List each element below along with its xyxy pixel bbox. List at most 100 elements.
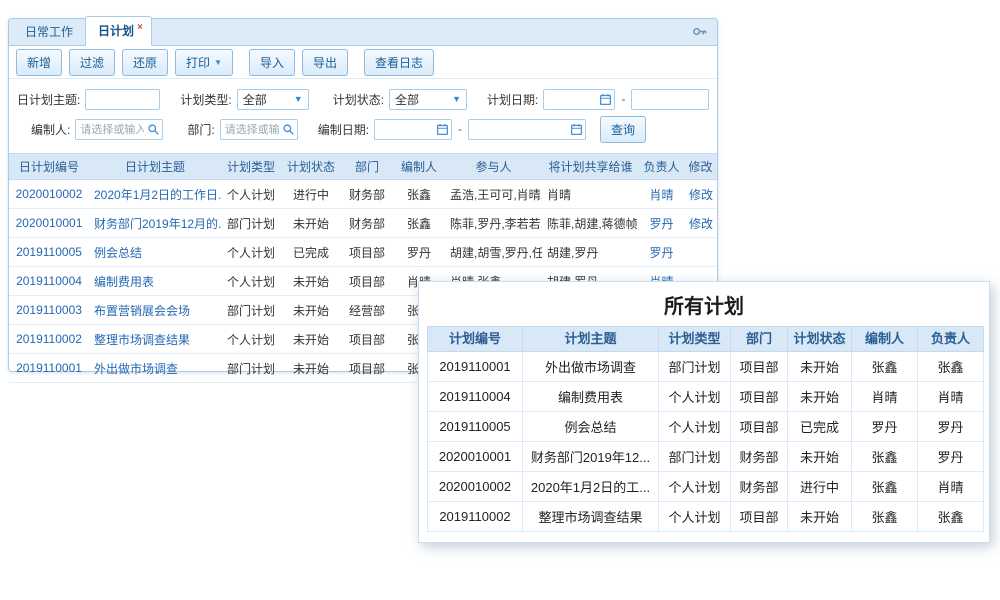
view-log-button[interactable]: 查看日志 [364, 49, 434, 76]
cell-subject[interactable]: 财务部门2019年12月的... [89, 209, 221, 238]
table-row[interactable]: 2020010001财务部门2019年12...部门计划财务部未开始张鑫罗丹 [428, 442, 984, 472]
cell-creator: 罗丹 [852, 412, 918, 442]
search-icon[interactable] [147, 123, 160, 136]
table-row[interactable]: 2019110004编制费用表个人计划项目部未开始肖晴肖晴 [428, 382, 984, 412]
cell-subject[interactable]: 布置营销展会会场 [89, 296, 221, 325]
cell-id[interactable]: 2019110005 [9, 238, 89, 267]
cell-creator: 张鑫 [852, 442, 918, 472]
column-header-owner[interactable]: 负责人 [639, 154, 684, 180]
tab-daily-work[interactable]: 日常工作 [13, 17, 85, 45]
cell-dept: 经营部 [341, 296, 393, 325]
print-button[interactable]: 打印▼ [175, 49, 233, 76]
calendar-icon[interactable] [436, 123, 449, 136]
cell-status: 未开始 [281, 325, 341, 354]
cell-owner: 张鑫 [918, 352, 984, 382]
chevron-down-icon: ▼ [214, 58, 222, 67]
cell-shared: 胡建,罗丹 [542, 238, 639, 267]
cell-status: 未开始 [788, 442, 852, 472]
column-header-subject[interactable]: 计划主题 [523, 327, 659, 352]
cell-type: 个人计划 [221, 325, 281, 354]
cell-id[interactable]: 2020010001 [9, 209, 89, 238]
column-header-participants[interactable]: 参与人 [445, 154, 542, 180]
cell-modify[interactable]: 修改 [684, 180, 717, 209]
cell-creator: 罗丹 [393, 238, 445, 267]
cell-owner: 罗丹 [918, 442, 984, 472]
table-row[interactable]: 2019110002整理市场调查结果个人计划项目部未开始张鑫张鑫 [428, 502, 984, 532]
query-button[interactable]: 查询 [600, 116, 646, 143]
cell-modify[interactable]: 修改 [684, 209, 717, 238]
status-label: 计划状态: [333, 91, 384, 108]
cell-subject[interactable]: 整理市场调查结果 [89, 325, 221, 354]
cell-subject[interactable]: 外出做市场调查 [89, 354, 221, 383]
column-header-creator[interactable]: 编制人 [852, 327, 918, 352]
calendar-icon[interactable] [599, 93, 612, 106]
filter-button[interactable]: 过滤 [69, 49, 115, 76]
table-row[interactable]: 2019110001外出做市场调查部门计划项目部未开始张鑫张鑫 [428, 352, 984, 382]
cell-status: 未开始 [281, 354, 341, 383]
cell-dept: 项目部 [731, 352, 788, 382]
add-button[interactable]: 新增 [16, 49, 62, 76]
cell-status: 未开始 [281, 296, 341, 325]
cell-creator: 张鑫 [393, 209, 445, 238]
table-row[interactable]: 20200100022020年1月2日的工作日...个人计划进行中财务部张鑫孟浩… [9, 180, 717, 209]
calendar-icon[interactable] [570, 123, 583, 136]
chevron-down-icon: ▼ [452, 94, 461, 104]
cell-type: 个人计划 [221, 267, 281, 296]
close-icon[interactable]: × [137, 22, 143, 33]
cell-subject: 整理市场调查结果 [523, 502, 659, 532]
table-row[interactable]: 2019110005例会总结个人计划项目部已完成罗丹罗丹 [428, 412, 984, 442]
cell-type: 个人计划 [221, 238, 281, 267]
status-select[interactable]: 全部 ▼ [389, 89, 467, 110]
type-select[interactable]: 全部 ▼ [237, 89, 309, 110]
cell-dept: 财务部 [341, 209, 393, 238]
cell-creator: 张鑫 [852, 472, 918, 502]
table-row[interactable]: 2020010001财务部门2019年12月的...部门计划未开始财务部张鑫陈菲… [9, 209, 717, 238]
subject-input[interactable] [85, 89, 160, 110]
column-header-dept[interactable]: 部门 [341, 154, 393, 180]
column-header-id[interactable]: 计划编号 [428, 327, 523, 352]
table-row[interactable]: 20200100022020年1月2日的工...个人计划财务部进行中张鑫肖晴 [428, 472, 984, 502]
column-header-subject[interactable]: 日计划主题 [89, 154, 221, 180]
import-button[interactable]: 导入 [249, 49, 295, 76]
cell-id: 2019110001 [428, 352, 523, 382]
cell-type: 部门计划 [659, 442, 731, 472]
tab-daily-plan[interactable]: 日计划 × [85, 16, 152, 46]
plan-date-end-input[interactable] [631, 89, 709, 110]
cell-dept: 项目部 [731, 412, 788, 442]
cell-id[interactable]: 2019110004 [9, 267, 89, 296]
cell-creator: 张鑫 [852, 502, 918, 532]
column-header-status[interactable]: 计划状态 [281, 154, 341, 180]
cell-owner[interactable]: 罗丹 [639, 238, 684, 267]
table-row[interactable]: 2019110005例会总结个人计划已完成项目部罗丹胡建,胡雪,罗丹,任晓...… [9, 238, 717, 267]
table-header-row: 日计划编号日计划主题计划类型计划状态部门编制人参与人将计划共享给谁负责人修改 [9, 154, 717, 180]
cell-owner[interactable]: 肖晴 [639, 180, 684, 209]
column-header-dept[interactable]: 部门 [731, 327, 788, 352]
cell-subject[interactable]: 例会总结 [89, 238, 221, 267]
cell-shared: 肖晴 [542, 180, 639, 209]
column-header-status[interactable]: 计划状态 [788, 327, 852, 352]
column-header-type[interactable]: 计划类型 [221, 154, 281, 180]
cell-id[interactable]: 2019110003 [9, 296, 89, 325]
cell-dept: 项目部 [341, 325, 393, 354]
column-header-type[interactable]: 计划类型 [659, 327, 731, 352]
cell-id[interactable]: 2019110002 [9, 325, 89, 354]
column-header-creator[interactable]: 编制人 [393, 154, 445, 180]
key-icon[interactable] [692, 24, 707, 39]
cell-owner[interactable]: 罗丹 [639, 209, 684, 238]
cell-id[interactable]: 2019110001 [9, 354, 89, 383]
column-header-modify[interactable]: 修改 [684, 154, 717, 180]
cell-type: 部门计划 [221, 296, 281, 325]
search-icon[interactable] [282, 123, 295, 136]
cell-id[interactable]: 2020010002 [9, 180, 89, 209]
column-header-owner[interactable]: 负责人 [918, 327, 984, 352]
cell-type: 部门计划 [221, 354, 281, 383]
create-date-end-input[interactable] [468, 119, 586, 140]
cell-subject[interactable]: 2020年1月2日的工作日... [89, 180, 221, 209]
column-header-id[interactable]: 日计划编号 [9, 154, 89, 180]
filter-panel: 日计划主题: 计划类型: 全部 ▼ 计划状态: 全部 ▼ 计划日期: [9, 79, 717, 153]
export-button[interactable]: 导出 [302, 49, 348, 76]
restore-button[interactable]: 还原 [122, 49, 168, 76]
cell-dept: 项目部 [341, 238, 393, 267]
cell-subject[interactable]: 编制费用表 [89, 267, 221, 296]
column-header-shared[interactable]: 将计划共享给谁 [542, 154, 639, 180]
